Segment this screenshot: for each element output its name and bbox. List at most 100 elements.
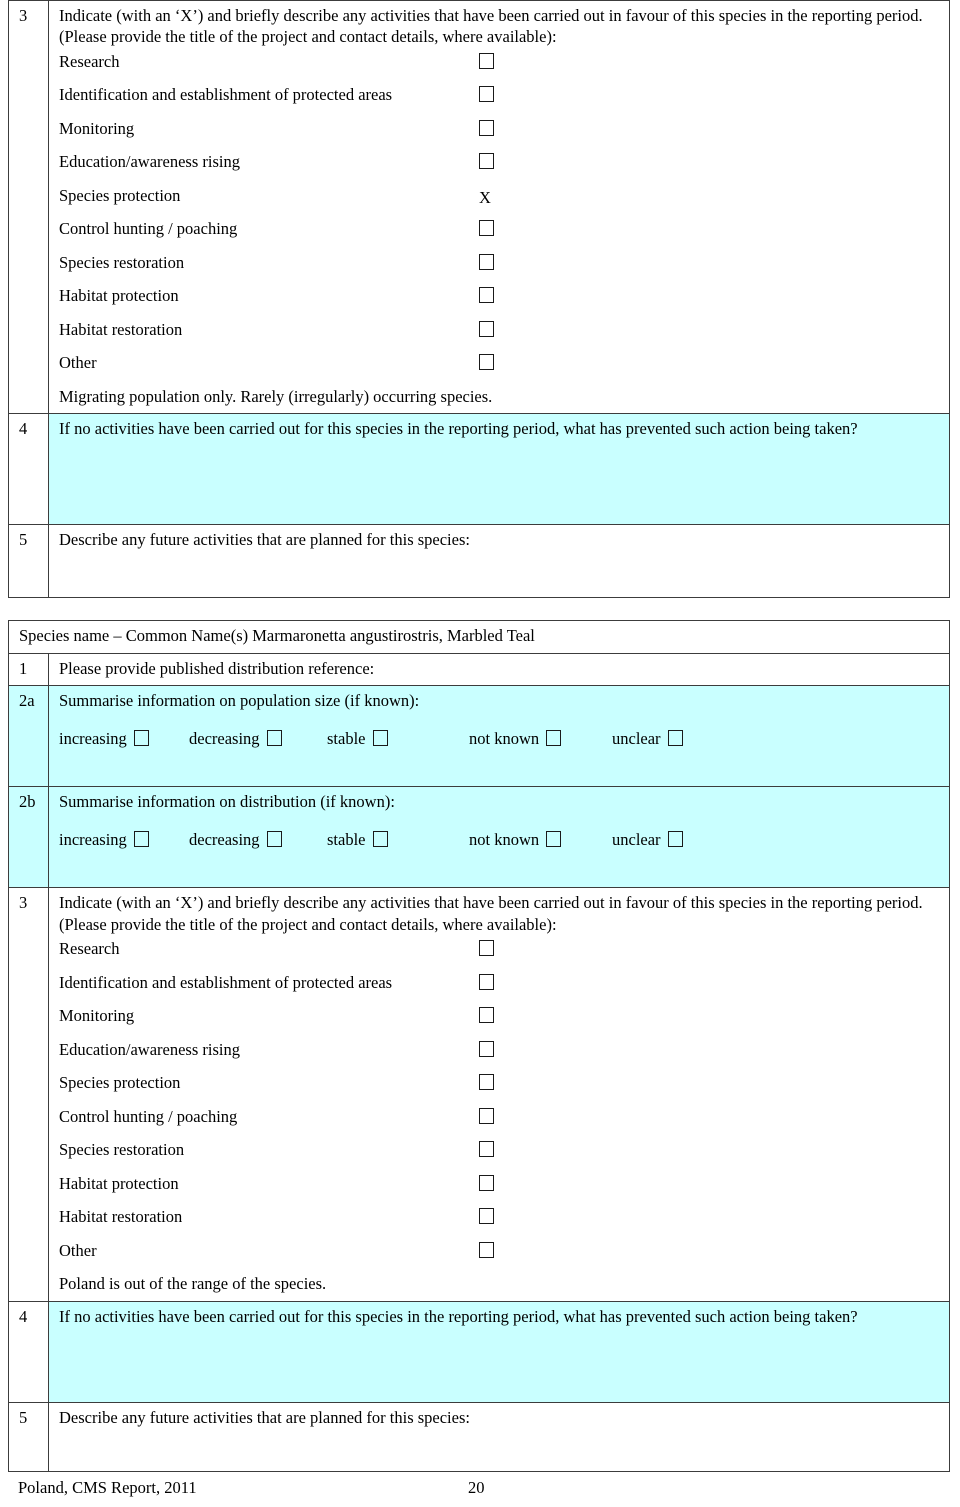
checkbox-icon[interactable]	[372, 729, 388, 746]
activity-checkbox-habitat-protection[interactable]	[479, 1173, 494, 1194]
list-item[interactable]: Education/awareness rising	[59, 148, 941, 182]
row-content-q2a[interactable]: Summarise information on population size…	[48, 685, 950, 788]
list-item[interactable]: Identification and establishment of prot…	[59, 81, 941, 115]
list-item[interactable]: Habitat restoration	[59, 316, 941, 350]
row-content-q4-top[interactable]: If no activities have been carried out f…	[48, 413, 950, 526]
list-item[interactable]: Education/awareness rising	[59, 1036, 941, 1070]
checkbox-icon[interactable]	[372, 830, 388, 847]
activity-checkbox-other[interactable]	[479, 1240, 494, 1261]
row-number-q5-top: 5	[8, 524, 49, 599]
row-content-q5-bottom[interactable]: Describe any future activities that are …	[48, 1401, 950, 1472]
list-item[interactable]: Species restoration	[59, 249, 941, 283]
trend-option-unclear[interactable]: unclear	[612, 728, 683, 749]
population-trend-options: increasing decreasing stable not known u	[59, 728, 941, 768]
checkbox-icon[interactable]	[479, 220, 494, 237]
checkbox-icon[interactable]	[479, 1141, 494, 1158]
row-number-q4-top: 4	[8, 413, 49, 526]
activity-checkbox-research[interactable]	[479, 51, 494, 72]
activity-checkbox-species-restoration[interactable]	[479, 252, 494, 273]
activity-checkbox-control-hunting[interactable]	[479, 1106, 494, 1127]
trend-option-increasing[interactable]: increasing	[59, 728, 149, 749]
checkbox-icon[interactable]	[133, 729, 149, 746]
activity-label: Species protection	[59, 185, 181, 205]
list-item[interactable]: Identification and establishment of prot…	[59, 969, 941, 1003]
checkbox-icon[interactable]	[479, 1040, 494, 1057]
checkbox-icon[interactable]	[479, 354, 494, 371]
list-item[interactable]: Habitat protection	[59, 282, 941, 316]
list-item[interactable]: Control hunting / poaching	[59, 215, 941, 249]
checkbox-icon[interactable]	[479, 119, 494, 136]
trend-option-decreasing[interactable]: decreasing	[189, 728, 282, 749]
checkbox-icon[interactable]	[479, 86, 494, 103]
list-item[interactable]: Other	[59, 1237, 941, 1271]
activity-checkbox-education[interactable]	[479, 1039, 494, 1060]
checkbox-icon[interactable]	[667, 830, 683, 847]
trend-option-decreasing[interactable]: decreasing	[189, 829, 282, 850]
list-item[interactable]: Monitoring	[59, 1002, 941, 1036]
activity-checkbox-monitoring[interactable]	[479, 118, 494, 139]
table-row-q2b: 2b Summarise information on distribution…	[8, 786, 950, 889]
activity-checkbox-habitat-restoration[interactable]	[479, 1206, 494, 1227]
list-item[interactable]: Species restoration	[59, 1136, 941, 1170]
list-item[interactable]: Species protection	[59, 1069, 941, 1103]
checkbox-icon[interactable]	[479, 253, 494, 270]
activity-label: Identification and establishment of prot…	[59, 972, 393, 992]
checkbox-icon[interactable]	[479, 1208, 494, 1225]
activity-checkbox-other[interactable]	[479, 352, 494, 373]
activity-checkbox-identification[interactable]	[479, 972, 494, 993]
trend-option-increasing[interactable]: increasing	[59, 829, 149, 850]
activity-checkbox-monitoring[interactable]	[479, 1005, 494, 1026]
trend-option-stable[interactable]: stable	[327, 829, 388, 850]
checkbox-icon[interactable]	[479, 52, 494, 69]
checkbox-icon[interactable]	[266, 830, 282, 847]
activity-checkbox-habitat-protection[interactable]	[479, 285, 494, 306]
trend-label: not known	[469, 829, 540, 849]
trend-label: increasing	[59, 728, 127, 748]
activity-checkbox-species-protection[interactable]	[479, 1072, 494, 1093]
checkbox-icon[interactable]	[479, 940, 494, 957]
checkbox-icon[interactable]	[266, 729, 282, 746]
activity-label: Species restoration	[59, 1140, 185, 1160]
checkbox-icon[interactable]	[479, 1007, 494, 1024]
checkbox-icon[interactable]	[479, 1107, 494, 1124]
trend-option-stable[interactable]: stable	[327, 728, 388, 749]
checkbox-icon[interactable]	[479, 1174, 494, 1191]
trend-option-not-known[interactable]: not known	[469, 728, 562, 749]
list-item[interactable]: Research	[59, 48, 941, 82]
list-item[interactable]: Habitat restoration	[59, 1203, 941, 1237]
checkbox-icon[interactable]	[479, 1074, 494, 1091]
row-content-q1[interactable]: Please provide published distribution re…	[48, 652, 950, 687]
activity-checkbox-species-protection[interactable]: X	[479, 185, 495, 206]
trend-label: decreasing	[189, 829, 260, 849]
list-item[interactable]: Species protection X	[59, 182, 941, 216]
checkbox-icon[interactable]	[479, 153, 494, 170]
list-item[interactable]: Research	[59, 935, 941, 969]
checkbox-icon[interactable]	[479, 287, 494, 304]
row-content-q4-bottom[interactable]: If no activities have been carried out f…	[48, 1300, 950, 1403]
trend-label: decreasing	[189, 728, 260, 748]
list-item[interactable]: Control hunting / poaching	[59, 1103, 941, 1137]
row-content-q2b[interactable]: Summarise information on distribution (i…	[48, 786, 950, 889]
table-row-q5-bottom: 5 Describe any future activities that ar…	[8, 1401, 950, 1472]
activity-checkbox-habitat-restoration[interactable]	[479, 319, 494, 340]
checkbox-icon[interactable]	[479, 1241, 494, 1258]
checkbox-icon[interactable]	[546, 729, 562, 746]
activity-checkbox-identification[interactable]	[479, 84, 494, 105]
checkbox-icon[interactable]	[133, 830, 149, 847]
activity-checkbox-control-hunting[interactable]	[479, 218, 494, 239]
list-item[interactable]: Other	[59, 349, 941, 383]
list-item[interactable]: Monitoring	[59, 115, 941, 149]
activity-checkbox-species-restoration[interactable]	[479, 1139, 494, 1160]
checkbox-icon[interactable]	[479, 320, 494, 337]
activity-checkbox-education[interactable]	[479, 151, 494, 172]
trend-option-not-known[interactable]: not known	[469, 829, 562, 850]
row-content-q5-top[interactable]: Describe any future activities that are …	[48, 524, 950, 599]
activity-checkbox-research[interactable]	[479, 938, 494, 959]
trend-option-unclear[interactable]: unclear	[612, 829, 683, 850]
checkbox-icon[interactable]	[667, 729, 683, 746]
checkbox-icon[interactable]	[546, 830, 562, 847]
activity-label: Habitat protection	[59, 1173, 179, 1193]
activity-label: Other	[59, 353, 97, 373]
list-item[interactable]: Habitat protection	[59, 1170, 941, 1204]
checkbox-icon[interactable]	[479, 973, 494, 990]
